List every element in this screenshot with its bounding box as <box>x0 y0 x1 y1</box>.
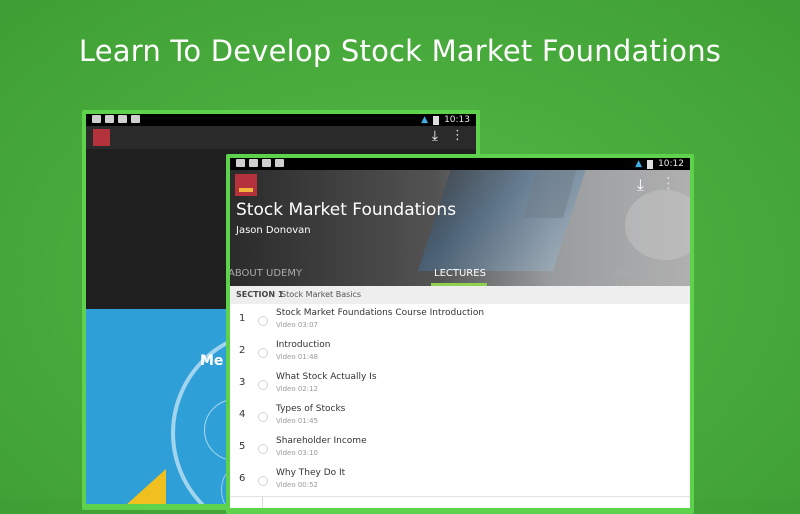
lecture-status-dot <box>258 476 268 486</box>
tab-lectures[interactable]: LECTURES <box>434 268 486 279</box>
battery-icon <box>647 159 654 169</box>
overflow-menu-icon[interactable]: ⋮ <box>451 128 464 143</box>
notification-icon <box>92 115 101 123</box>
tab-bar: ABOUT UDEMY LECTURES ABOUT COURSE <box>230 266 690 286</box>
lecture-number: 5 <box>239 441 246 452</box>
lecture-duration: Video 03:10 <box>276 449 319 457</box>
lecture-row[interactable]: 3 What Stock Actually Is Video 02:12 <box>230 368 690 401</box>
tab-about-udemy[interactable]: ABOUT UDEMY <box>230 268 302 279</box>
video-overlay-text: Me <box>200 353 224 369</box>
action-bar: ⤓ ⋮ <box>86 126 476 149</box>
tab-about-course[interactable]: ABOUT COURSE <box>615 268 690 286</box>
download-icon[interactable]: ⤓ <box>637 175 644 195</box>
lecture-title: Introduction <box>276 340 331 350</box>
wifi-icon: ▲ <box>421 115 429 125</box>
status-bar: ▲ 10:13 <box>86 114 476 126</box>
lecture-title: Stock Market Foundations Course Introduc… <box>276 308 485 318</box>
lecture-number: 6 <box>239 473 246 484</box>
lecture-row[interactable]: 6 Why They Do It Video 00:52 <box>230 464 690 497</box>
lecture-row[interactable]: 1 Stock Market Foundations Course Introd… <box>230 304 690 337</box>
lecture-status-dot <box>258 316 268 326</box>
lecture-number: 1 <box>239 313 246 324</box>
status-time: 10:12 <box>658 159 684 169</box>
course-author: Jason Donovan <box>236 225 311 236</box>
section-header: SECTION 1 Stock Market Basics <box>230 286 690 304</box>
lecture-row[interactable]: 4 Types of Stocks Video 01:45 <box>230 400 690 433</box>
course-title: Stock Market Foundations <box>236 200 457 220</box>
notification-icon <box>236 159 245 167</box>
lecture-duration: Video 02:12 <box>276 385 319 393</box>
image-icon <box>105 115 114 123</box>
section-label: SECTION 1 <box>236 290 284 299</box>
lecture-number: 2 <box>239 345 246 356</box>
lecture-duration: Video 03:07 <box>276 321 319 329</box>
course-header: ⤓ ⋮ Stock Market Foundations Jason Donov… <box>230 170 690 286</box>
lecture-status-dot <box>258 348 268 358</box>
lecture-title: Types of Stocks <box>276 404 346 414</box>
video-icon <box>275 159 284 167</box>
battery-icon <box>433 115 440 125</box>
lecture-number: 3 <box>239 377 246 388</box>
lecture-title: Shareholder Income <box>276 436 367 446</box>
headline: Learn To Develop Stock Market Foundation… <box>78 34 722 68</box>
status-bar: ▲ 10:12 <box>230 158 690 170</box>
course-thumbnail[interactable] <box>235 174 257 196</box>
cup-photo-graphic <box>625 190 690 260</box>
lecture-status-dot <box>258 412 268 422</box>
image-icon <box>249 159 258 167</box>
overflow-menu-icon[interactable]: ⋮ <box>661 174 676 192</box>
lecture-number: 4 <box>239 409 246 420</box>
lecture-title: Why They Do It <box>276 468 346 478</box>
lecture-row[interactable]: 5 Shareholder Income Video 03:10 <box>230 432 690 465</box>
download-icon[interactable]: ⤓ <box>432 128 438 144</box>
cloud-icon <box>118 115 127 123</box>
lecture-status-dot <box>258 444 268 454</box>
cloud-icon <box>262 159 271 167</box>
triangle-graphic <box>116 469 166 504</box>
lecture-duration: Video 00:52 <box>276 481 319 489</box>
section-name: Stock Market Basics <box>281 290 362 299</box>
status-time: 10:13 <box>444 115 470 125</box>
video-icon <box>131 115 140 123</box>
lecture-status-dot <box>258 380 268 390</box>
course-thumbnail[interactable] <box>93 129 110 146</box>
lecture-title: What Stock Actually Is <box>276 372 377 382</box>
lecture-duration: Video 01:48 <box>276 353 319 361</box>
lecture-row[interactable]: 2 Introduction Video 01:48 <box>230 336 690 369</box>
front-tablet-screen: ▲ 10:12 ⤓ ⋮ Stock Market Foundations Jas… <box>230 158 690 508</box>
wifi-icon: ▲ <box>635 159 643 169</box>
lecture-duration: Video 01:45 <box>276 417 319 425</box>
